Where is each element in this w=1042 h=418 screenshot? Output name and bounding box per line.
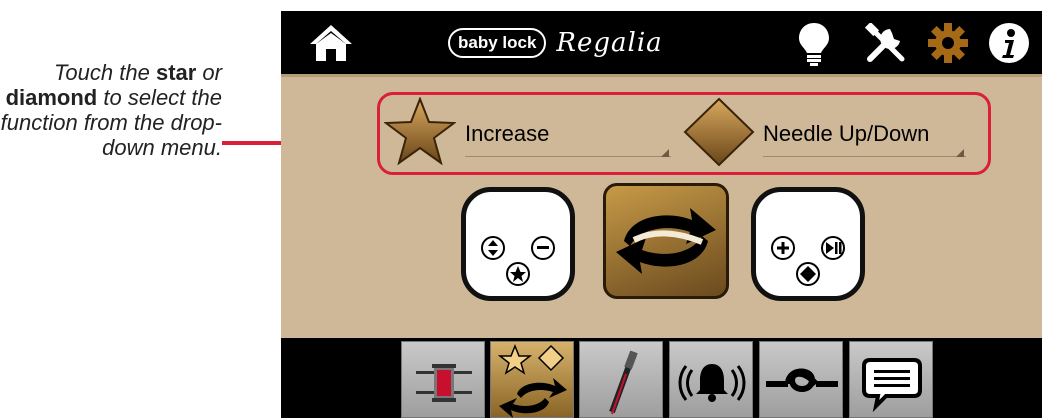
callout-bold-star: star	[155, 60, 197, 85]
diamond-function-dropdown[interactable]: Needle Up/Down	[763, 121, 966, 157]
bell-tab[interactable]	[669, 341, 753, 418]
spool-tab[interactable]	[401, 341, 485, 418]
thread-spool-icon	[416, 364, 472, 402]
callout-text: Touch the star or diamond to select the …	[0, 60, 222, 160]
swap-arrows-icon	[616, 208, 716, 274]
bottom-tab-bar	[281, 338, 1042, 418]
diamond-controls-button[interactable]	[751, 187, 865, 301]
star-icon[interactable]	[384, 97, 456, 165]
header-divider	[281, 74, 1042, 77]
diamond-dropdown-underline	[763, 156, 966, 157]
brand-logo: baby lock Regalia	[448, 27, 663, 59]
knot-icon	[766, 368, 838, 392]
star-dropdown-underline	[465, 156, 671, 157]
star-controls-icons	[481, 236, 555, 286]
diamond-dropdown-arrow-icon	[956, 149, 964, 157]
star-function-dropdown[interactable]: Increase	[465, 121, 671, 157]
star-dropdown-arrow-icon	[661, 149, 669, 157]
message-tab[interactable]	[849, 341, 933, 418]
callout-bold-diamond: diamond	[5, 85, 98, 110]
needle-icon	[609, 350, 638, 415]
star-diamond-tab[interactable]	[490, 341, 574, 418]
device-screen: baby lock Regalia Increase Needle Up/Dow…	[281, 11, 1042, 418]
brand-script: Regalia	[556, 28, 663, 58]
diamond-controls-icons	[771, 236, 845, 286]
star-function-value: Increase	[465, 121, 550, 146]
home-icon[interactable]	[308, 23, 354, 63]
knot-tab[interactable]	[759, 341, 843, 418]
needle-tab[interactable]	[579, 341, 663, 418]
top-bar: baby lock Regalia	[281, 11, 1042, 74]
diamond-icon[interactable]	[683, 97, 755, 167]
gear-icon[interactable]	[926, 21, 970, 65]
star-controls-button[interactable]	[461, 187, 575, 301]
star-diamond-swap-icon	[497, 343, 567, 418]
callout-text-1: Touch the	[54, 60, 156, 85]
swap-functions-button[interactable]	[603, 183, 729, 299]
callout-text-2: or	[196, 60, 222, 85]
tools-icon[interactable]	[864, 23, 908, 63]
info-icon[interactable]	[987, 21, 1031, 65]
brand-pill: baby lock	[448, 28, 547, 58]
lightbulb-icon[interactable]	[797, 21, 831, 67]
message-icon	[862, 358, 922, 413]
bell-sound-icon	[678, 364, 746, 402]
diamond-function-value: Needle Up/Down	[763, 121, 930, 146]
